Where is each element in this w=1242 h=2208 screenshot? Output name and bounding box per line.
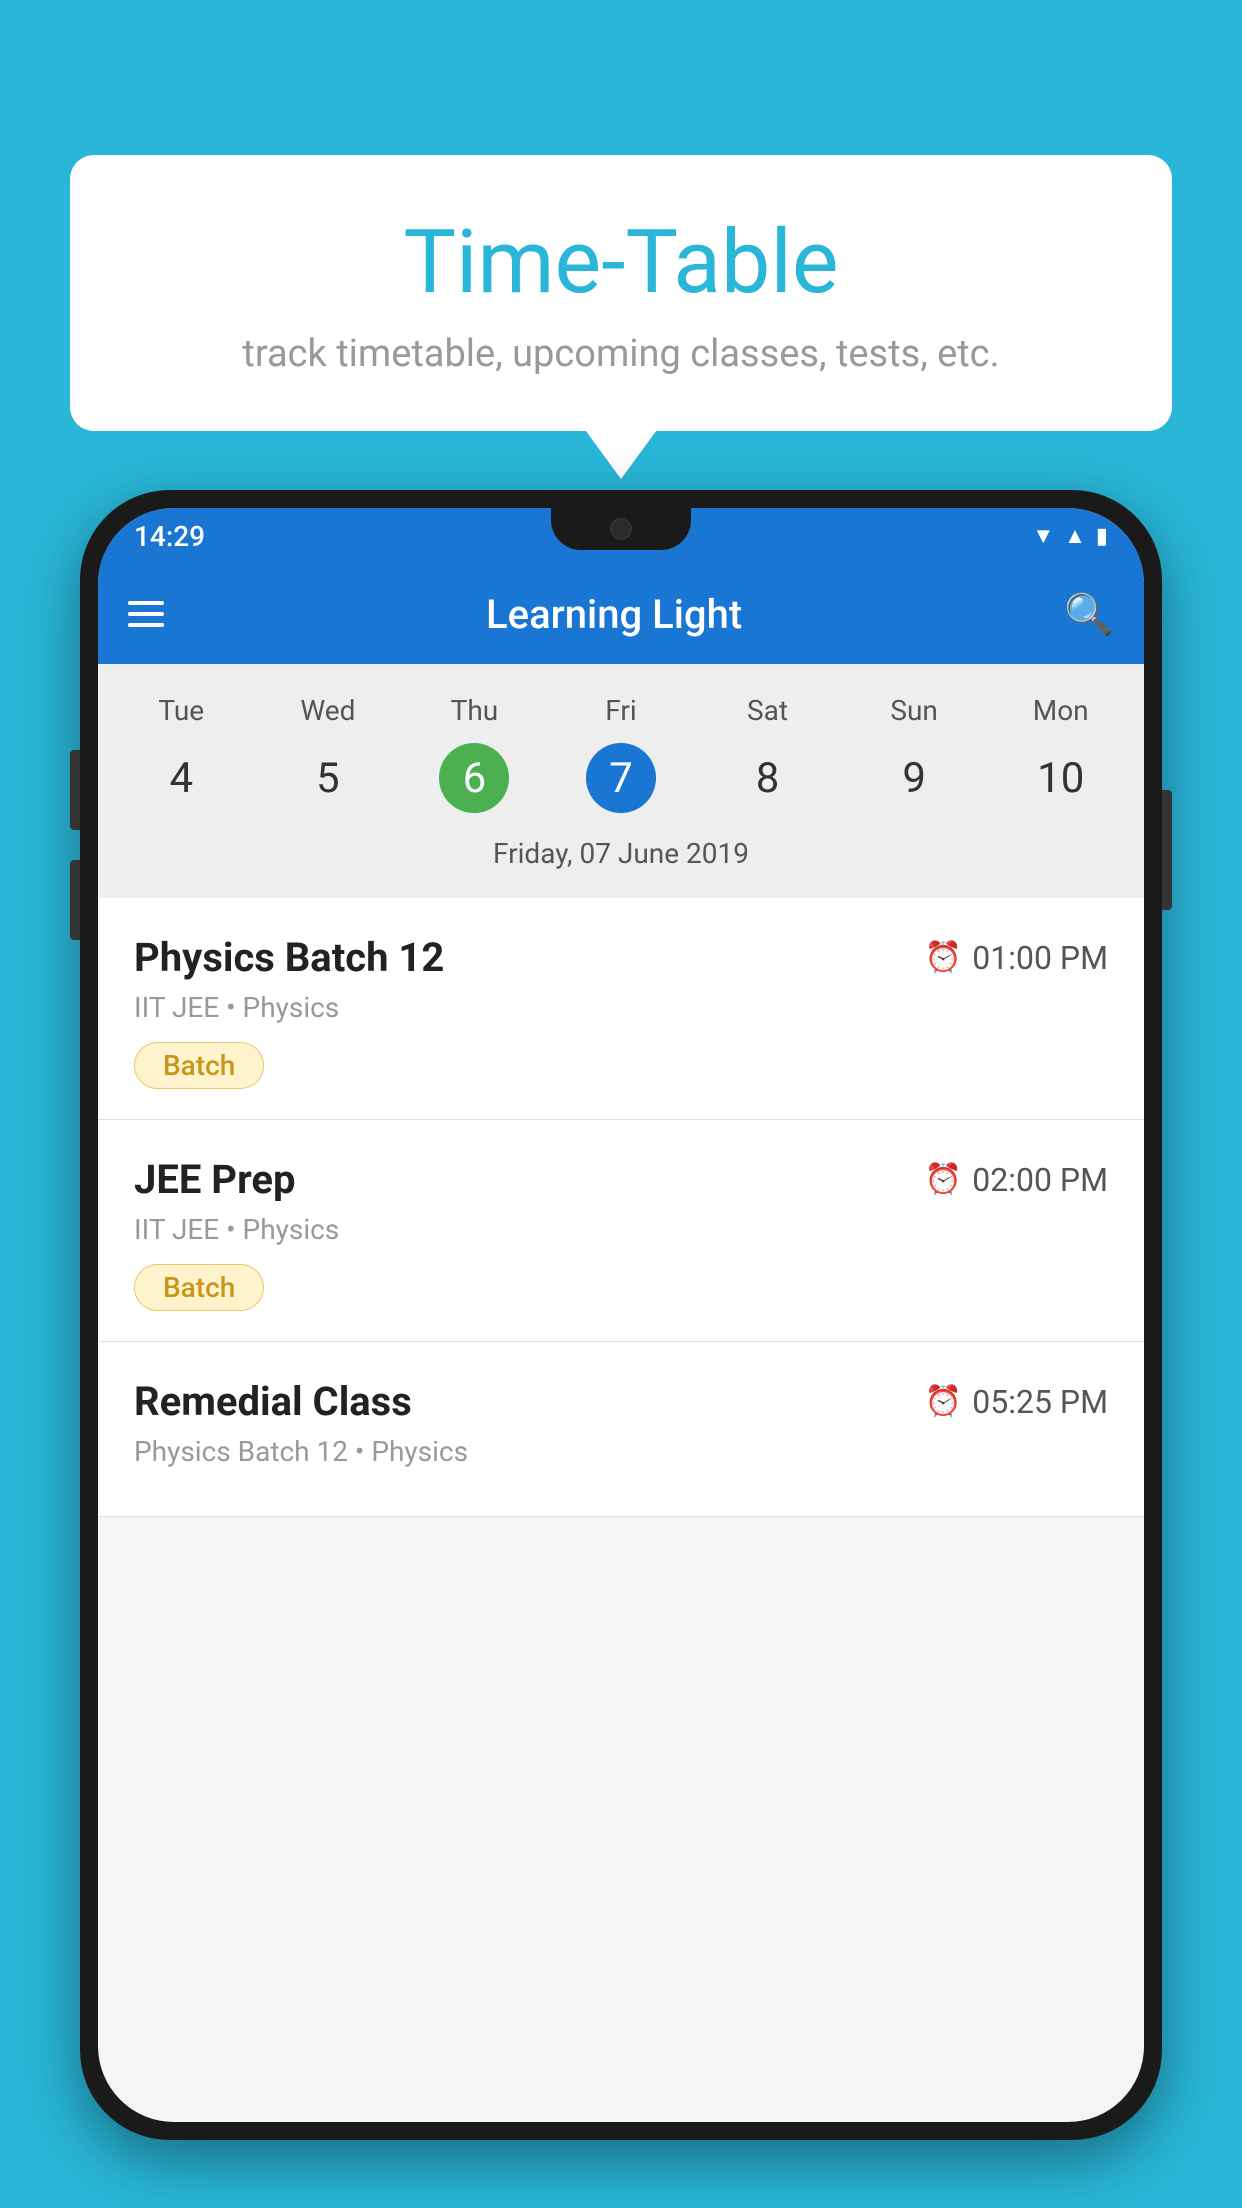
schedule-title-3: Remedial Class xyxy=(134,1378,412,1425)
signal-icon: ▲ xyxy=(1064,523,1086,549)
day-8[interactable]: 8 xyxy=(694,743,841,813)
schedule-subtitle-3: Physics Batch 12 • Physics xyxy=(134,1435,1108,1468)
clock-icon-3: ⏰ xyxy=(925,1384,962,1419)
day-headers: Tue Wed Thu Fri Sat Sun Mon xyxy=(98,684,1144,737)
schedule-item-2-header: JEE Prep ⏰ 02:00 PM xyxy=(134,1156,1108,1203)
app-title: Learning Light xyxy=(188,591,1040,638)
bubble-title: Time-Table xyxy=(110,215,1132,312)
day-header-mon: Mon xyxy=(987,684,1134,737)
schedule-list: Physics Batch 12 ⏰ 01:00 PM IIT JEE • Ph… xyxy=(98,898,1144,1517)
schedule-time-value-1: 01:00 PM xyxy=(972,939,1108,977)
wifi-icon: ▼ xyxy=(1032,523,1054,549)
schedule-item-1-header: Physics Batch 12 ⏰ 01:00 PM xyxy=(134,934,1108,981)
selected-date-label: Friday, 07 June 2019 xyxy=(98,827,1144,888)
schedule-item-1[interactable]: Physics Batch 12 ⏰ 01:00 PM IIT JEE • Ph… xyxy=(98,898,1144,1120)
battery-icon: ▮ xyxy=(1096,524,1108,549)
schedule-time-1: ⏰ 01:00 PM xyxy=(925,939,1108,977)
day-10[interactable]: 10 xyxy=(987,743,1134,813)
clock-icon-1: ⏰ xyxy=(925,940,962,975)
speech-bubble-container: Time-Table track timetable, upcoming cla… xyxy=(70,155,1172,431)
day-header-tue: Tue xyxy=(108,684,255,737)
schedule-item-3-header: Remedial Class ⏰ 05:25 PM xyxy=(134,1378,1108,1425)
schedule-time-2: ⏰ 02:00 PM xyxy=(925,1161,1108,1199)
schedule-subtitle-2: IIT JEE • Physics xyxy=(134,1213,1108,1246)
phone-notch xyxy=(551,508,691,550)
day-header-wed: Wed xyxy=(255,684,402,737)
volume-down-button[interactable] xyxy=(70,860,80,940)
schedule-subtitle-1: IIT JEE • Physics xyxy=(134,991,1108,1024)
day-numbers: 4 5 6 7 8 9 10 xyxy=(98,737,1144,827)
speech-bubble: Time-Table track timetable, upcoming cla… xyxy=(70,155,1172,431)
schedule-time-value-2: 02:00 PM xyxy=(972,1161,1108,1199)
schedule-title-1: Physics Batch 12 xyxy=(134,934,444,981)
day-7-selected[interactable]: 7 xyxy=(586,743,656,813)
day-6-today[interactable]: 6 xyxy=(439,743,509,813)
schedule-title-2: JEE Prep xyxy=(134,1156,295,1203)
volume-up-button[interactable] xyxy=(70,750,80,830)
day-5[interactable]: 5 xyxy=(255,743,402,813)
phone-wrapper: 14:29 ▼ ▲ ▮ Learning Light 🔍 xyxy=(80,490,1162,2208)
batch-badge-1: Batch xyxy=(134,1042,264,1089)
schedule-time-value-3: 05:25 PM xyxy=(972,1383,1108,1421)
schedule-item-2[interactable]: JEE Prep ⏰ 02:00 PM IIT JEE • Physics Ba… xyxy=(98,1120,1144,1342)
search-icon[interactable]: 🔍 xyxy=(1064,591,1114,638)
day-header-thu: Thu xyxy=(401,684,548,737)
power-button[interactable] xyxy=(1162,790,1172,910)
status-icons: ▼ ▲ ▮ xyxy=(1032,523,1108,549)
app-bar: Learning Light 🔍 xyxy=(98,564,1144,664)
day-9[interactable]: 9 xyxy=(841,743,988,813)
phone-camera xyxy=(610,518,632,540)
day-header-sat: Sat xyxy=(694,684,841,737)
schedule-time-3: ⏰ 05:25 PM xyxy=(925,1383,1108,1421)
day-4[interactable]: 4 xyxy=(108,743,255,813)
schedule-item-3[interactable]: Remedial Class ⏰ 05:25 PM Physics Batch … xyxy=(98,1342,1144,1517)
clock-icon-2: ⏰ xyxy=(925,1162,962,1197)
phone-screen: 14:29 ▼ ▲ ▮ Learning Light 🔍 xyxy=(98,508,1144,2122)
batch-badge-2: Batch xyxy=(134,1264,264,1311)
status-time: 14:29 xyxy=(134,520,205,553)
hamburger-menu-icon[interactable] xyxy=(128,601,164,627)
day-header-fri: Fri xyxy=(548,684,695,737)
day-header-sun: Sun xyxy=(841,684,988,737)
calendar-strip: Tue Wed Thu Fri Sat Sun Mon 4 5 6 7 8 9 … xyxy=(98,664,1144,898)
phone-frame: 14:29 ▼ ▲ ▮ Learning Light 🔍 xyxy=(80,490,1162,2140)
bubble-subtitle: track timetable, upcoming classes, tests… xyxy=(110,332,1132,376)
